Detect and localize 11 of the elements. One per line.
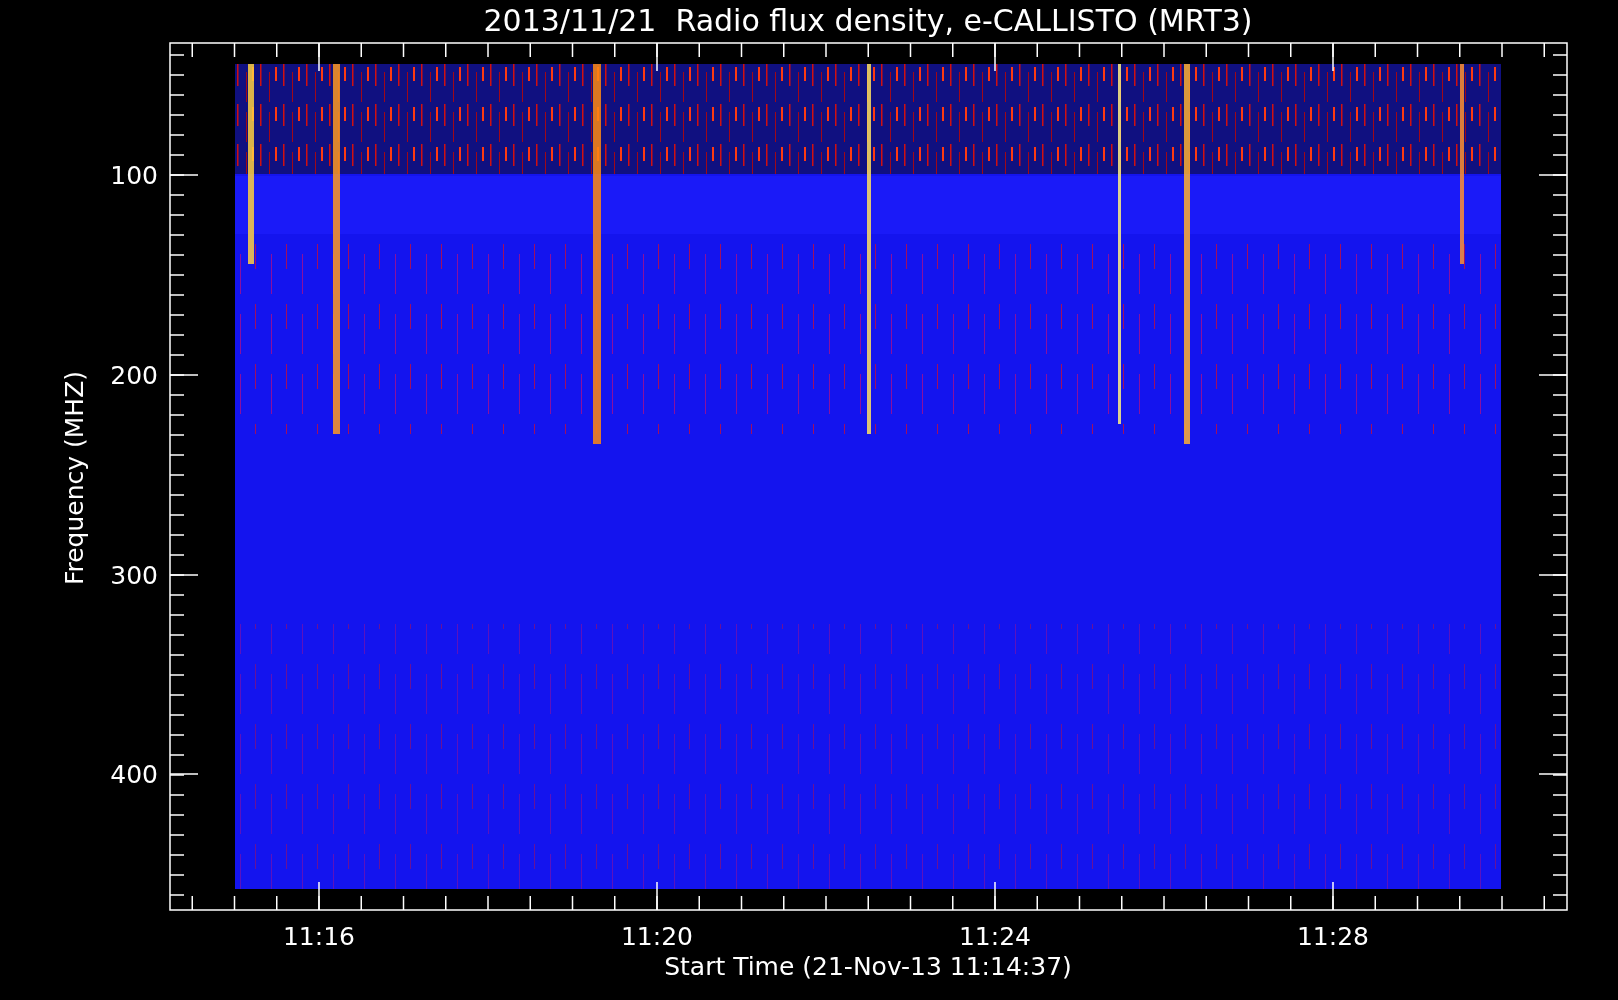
- chart-title: 2013/11/21 Radio flux density, e-CALLISTO (MRT3): [483, 3, 1253, 38]
- tick-label: 200: [110, 361, 158, 390]
- tick-label: 11:24: [959, 922, 1031, 951]
- tick-label: 400: [110, 760, 158, 789]
- tick-label: 300: [110, 561, 158, 590]
- axis-title: Frequency (MHZ): [60, 370, 89, 586]
- tick-label: 100: [110, 161, 158, 190]
- tick-label: 11:16: [283, 922, 355, 951]
- axis-title: Start Time (21-Nov-13 11:14:37): [664, 952, 1072, 981]
- tick-label: 11:28: [1297, 922, 1369, 951]
- tick-label: 11:20: [621, 922, 693, 951]
